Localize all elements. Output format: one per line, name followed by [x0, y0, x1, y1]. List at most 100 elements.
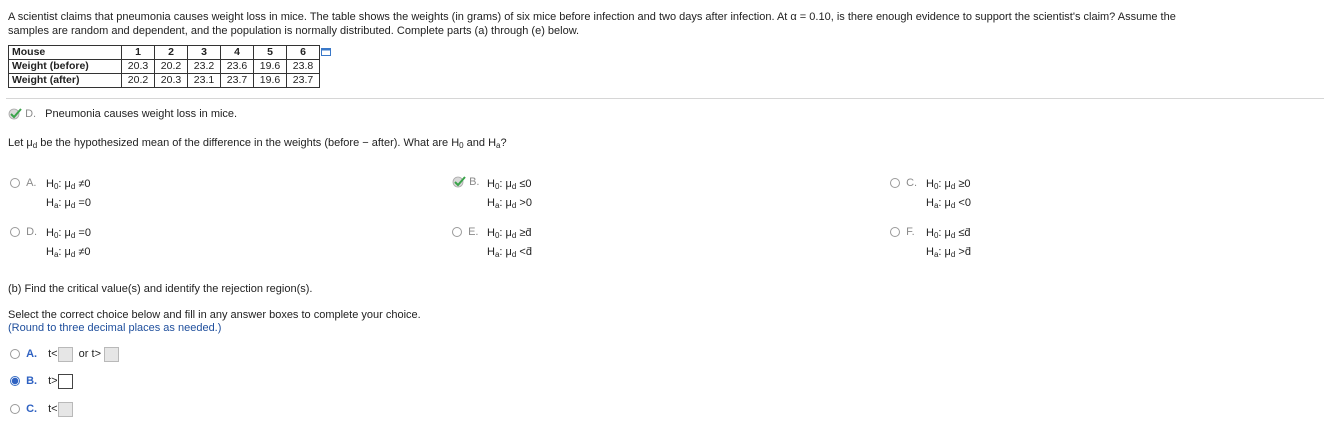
radio-button-selected[interactable] — [10, 376, 20, 387]
option-letter: F. — [906, 226, 915, 238]
hyp-option-e[interactable]: E. — [452, 226, 478, 238]
h-symbol: H — [487, 246, 495, 258]
colon: : — [499, 227, 503, 239]
correct-check-icon — [8, 108, 22, 120]
option-letter: D. — [25, 108, 37, 120]
table-cell: 5 — [253, 45, 287, 60]
h-symbol: H — [926, 178, 934, 190]
hypothesis-question: Let μd be the hypothesized mean of the d… — [8, 137, 507, 150]
colon: : — [938, 246, 942, 258]
inequality-text: t< — [48, 403, 58, 415]
alt-hypothesis: <0 — [958, 197, 971, 209]
alt-hypothesis: <d̄ — [519, 246, 532, 258]
question-text: ? — [500, 137, 507, 149]
option-letter: A. — [26, 177, 37, 189]
hyp-option-d[interactable]: D. — [10, 226, 37, 238]
radio-button[interactable] — [10, 178, 20, 189]
hyp-option-f-body: H0: μd ≤d̄ Ha: μd >d̄ — [926, 227, 971, 259]
option-letter: A. — [26, 348, 38, 360]
table-cell: 23.7 — [286, 73, 320, 88]
null-hypothesis: ≥d̄ — [519, 227, 532, 239]
hyp-option-c[interactable]: C. — [890, 177, 917, 189]
null-hypothesis: ≤0 — [519, 178, 532, 190]
weights-table: Mouse 1 2 3 4 5 6 Weight (before) 20.3 2… — [8, 45, 320, 88]
copy-data-icon[interactable] — [321, 48, 331, 56]
row-label-mouse: Mouse — [8, 45, 122, 60]
inequality-text: t< — [48, 348, 58, 360]
option-letter: B. — [26, 375, 38, 387]
intro-line-1: A scientist claims that pneumonia causes… — [8, 11, 1176, 23]
table-cell: 19.6 — [253, 73, 287, 88]
radio-button[interactable] — [10, 404, 20, 415]
h-symbol: H — [46, 197, 54, 209]
h-symbol: H — [926, 227, 934, 239]
table-cell: 3 — [187, 45, 221, 60]
table-row-mouse: Mouse 1 2 3 4 5 6 — [8, 45, 320, 60]
hyp-option-d-body: H0: μd =0 Ha: μd ≠0 — [46, 227, 91, 259]
inequality-text: or t> — [78, 348, 101, 360]
radio-button[interactable] — [10, 227, 20, 238]
intro-line-2: samples are random and dependent, and th… — [8, 25, 580, 37]
radio-button[interactable] — [452, 227, 462, 238]
table-cell: 1 — [121, 45, 155, 60]
colon: : — [938, 178, 942, 190]
section-divider — [6, 98, 1324, 99]
table-cell: 23.6 — [220, 59, 254, 74]
table-row-after: Weight (after) 20.2 20.3 23.1 23.7 19.6 … — [8, 73, 320, 88]
alt-hypothesis: >d̄ — [958, 246, 971, 258]
radio-button[interactable] — [10, 349, 20, 360]
colon: : — [58, 197, 62, 209]
part-b-instruction: Select the correct choice below and fill… — [8, 309, 421, 321]
h-symbol: H — [46, 227, 54, 239]
answer-box-lower[interactable] — [57, 346, 73, 362]
table-cell: 20.3 — [154, 73, 188, 88]
part-a-answer: D. Pneumonia causes weight loss in mice. — [8, 108, 237, 120]
answer-box[interactable] — [57, 373, 73, 389]
critical-option-a[interactable]: A. t< or t> — [10, 346, 120, 363]
hyp-option-b[interactable]: B. — [452, 176, 479, 188]
radio-button[interactable] — [890, 227, 900, 238]
h-symbol: H — [926, 246, 934, 258]
null-hypothesis: ≥0 — [958, 178, 971, 190]
answer-box-upper[interactable] — [104, 346, 120, 362]
table-cell: 19.6 — [253, 59, 287, 74]
colon: : — [499, 178, 503, 190]
correct-check-icon — [452, 176, 466, 188]
alt-hypothesis: >0 — [519, 197, 532, 209]
answer-box[interactable] — [57, 401, 73, 417]
problem-statement: A scientist claims that pneumonia causes… — [8, 10, 1323, 38]
part-b-title: (b) Find the critical value(s) and ident… — [8, 283, 313, 295]
table-cell: 20.2 — [154, 59, 188, 74]
option-letter: C. — [906, 177, 918, 189]
table-cell: 20.3 — [121, 59, 155, 74]
null-hypothesis: =0 — [78, 227, 91, 239]
table-cell: 2 — [154, 45, 188, 60]
colon: : — [58, 178, 62, 190]
hyp-option-a-body: H0: μd ≠0 Ha: μd =0 — [46, 178, 91, 210]
alt-hypothesis: =0 — [78, 197, 91, 209]
h-symbol: H — [487, 227, 495, 239]
critical-option-c[interactable]: C. t< — [10, 401, 73, 418]
h-symbol: H — [46, 246, 54, 258]
question-text: Let μ — [8, 137, 33, 149]
table-cell: 6 — [286, 45, 320, 60]
h-symbol: H — [46, 178, 54, 190]
round-note: (Round to three decimal places as needed… — [8, 322, 222, 334]
colon: : — [58, 227, 62, 239]
option-letter: D. — [26, 226, 38, 238]
critical-option-b[interactable]: B. t> — [10, 373, 73, 390]
option-letter: E. — [468, 226, 479, 238]
table-row-before: Weight (before) 20.3 20.2 23.2 23.6 19.6… — [8, 59, 320, 74]
hyp-option-f[interactable]: F. — [890, 226, 915, 238]
hyp-option-a[interactable]: A. — [10, 177, 36, 189]
table-cell: 23.1 — [187, 73, 221, 88]
question-text: and H — [463, 137, 497, 149]
h-symbol: H — [487, 197, 495, 209]
table-cell: 23.2 — [187, 59, 221, 74]
radio-button[interactable] — [890, 178, 900, 189]
option-letter: B. — [469, 176, 480, 188]
table-cell: 23.8 — [286, 59, 320, 74]
colon: : — [499, 246, 503, 258]
alt-hypothesis: ≠0 — [78, 246, 91, 258]
colon: : — [938, 197, 942, 209]
